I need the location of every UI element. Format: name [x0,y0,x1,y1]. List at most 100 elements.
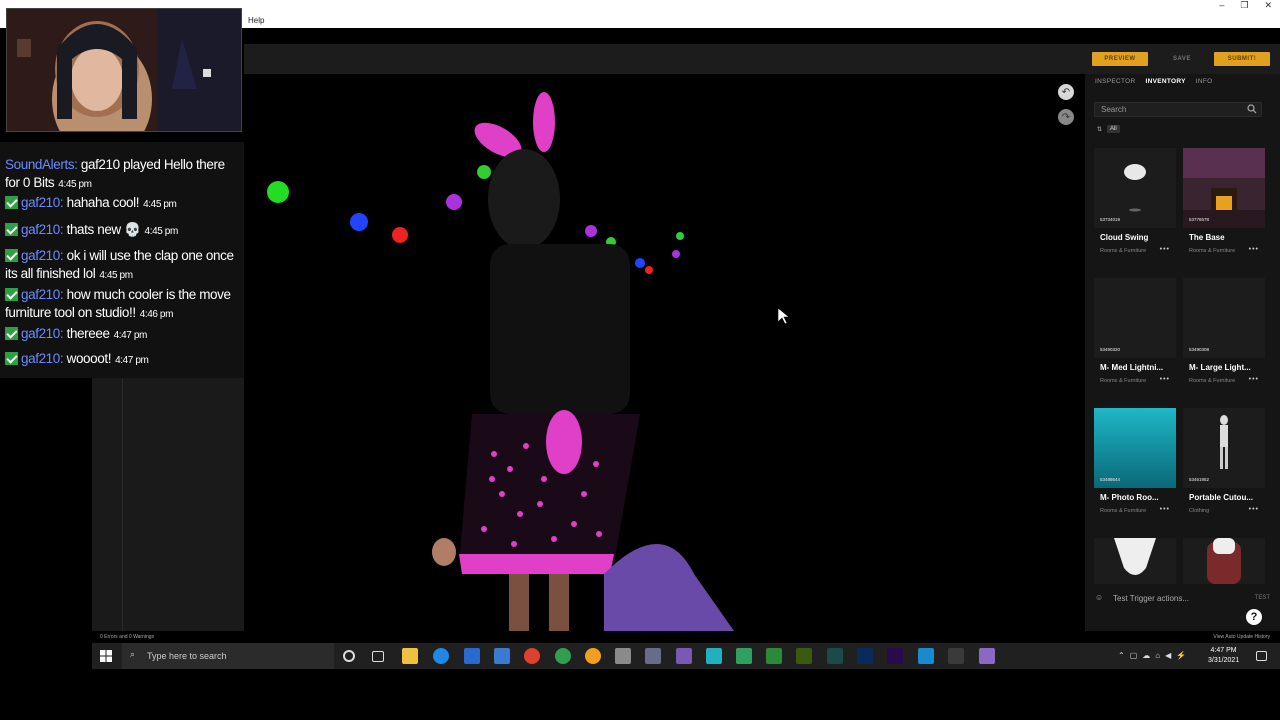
menu-help[interactable]: Help [248,16,264,25]
imvu-icon[interactable] [979,648,995,664]
chat-user: gaf210: [21,287,64,302]
chat-text: woooot! [63,351,112,366]
3d-viewport[interactable]: ↶ ↷ [244,74,1085,631]
save-button[interactable]: SAVE [1156,52,1208,66]
app-icon[interactable] [948,648,964,664]
close-button[interactable]: ✕ [1264,0,1272,11]
chat-user: gaf210: [21,222,64,237]
system-tray[interactable]: ⌃▢☁⌂◀⚡ [1118,651,1191,660]
smiley-icon[interactable]: ☺ [1095,593,1103,602]
search-icon: ⌕ [130,649,136,659]
app-icon[interactable] [736,648,752,664]
item-id: 53776578 [1189,217,1210,222]
verified-icon [5,352,18,365]
more-icon[interactable]: ••• [1160,246,1170,253]
preview-button[interactable]: PREVIEW [1092,52,1148,66]
tab-inspector[interactable]: INSPECTOR [1095,78,1136,85]
chat-text: hahaha cool! [63,195,140,210]
calculator-icon[interactable] [494,648,510,664]
search-icon[interactable] [1247,104,1257,114]
redo-icon[interactable]: ↷ [1058,109,1074,125]
inventory-item[interactable]: 53490308 M- Large Light... Rooms & Furni… [1183,278,1265,398]
windows-start-icon[interactable] [100,650,112,662]
submit-button[interactable]: SUBMIT! [1214,52,1270,66]
cortana-icon[interactable] [343,650,355,662]
chat-message: gaf210: how much cooler is the move furn… [5,286,241,324]
item-title: M- Med Lightni... [1100,363,1164,372]
chat-message: gaf210: thereee 4:47 pm [5,325,241,345]
premiere-icon[interactable] [887,648,903,664]
inventory-item[interactable]: 53488644 M- Photo Roo... Rooms & Furnitu… [1094,408,1176,528]
dreamweaver-icon[interactable] [796,648,812,664]
inventory-item[interactable] [1094,538,1176,584]
undo-icon[interactable]: ↶ [1058,84,1074,100]
filter-all-chip[interactable]: All [1107,125,1120,133]
task-view-icon[interactable] [372,651,384,662]
item-id: 53488644 [1100,477,1121,482]
browser-icon[interactable] [585,648,601,664]
chat-time: 4:47 pm [115,355,149,366]
help-icon[interactable]: ? [1246,609,1262,625]
notifications-icon[interactable] [1256,651,1267,661]
chat-user: gaf210: [21,195,64,210]
chat-message: gaf210: hahaha cool! 4:45 pm [5,194,241,214]
item-thumbnail [1183,408,1265,488]
inventory-item[interactable]: 53734019 Cloud Swing Rooms & Furniture •… [1094,148,1176,268]
item-category: Rooms & Furniture [1189,378,1236,384]
more-icon[interactable]: ••• [1160,506,1170,513]
app-icon[interactable] [706,648,722,664]
taskbar-search[interactable]: ⌕ Type here to search [122,643,334,669]
excel-icon[interactable] [766,648,782,664]
item-category: Rooms & Furniture [1100,378,1147,384]
mail-icon[interactable] [464,648,480,664]
taskbar: ⌕ Type here to search ⌃▢☁⌂◀⚡ 4:47 PM 3/3… [92,643,1280,669]
chrome-alt-icon[interactable] [555,648,571,664]
inventory-item[interactable]: 53461952 Portable Cutou... Clothing ••• [1183,408,1265,528]
item-id: 53461952 [1189,477,1210,482]
app-icon[interactable] [615,648,631,664]
item-category: Clothing [1189,508,1210,514]
chrome-icon[interactable] [524,648,540,664]
chat-overlay: SoundAlerts: gaf210 played Hello there f… [0,142,244,378]
skype-icon[interactable] [918,648,934,664]
light-bulb [635,258,645,268]
maximize-button[interactable]: ❐ [1240,0,1248,11]
taskbar-clock[interactable]: 4:47 PM 3/31/2021 [1208,646,1239,666]
status-history[interactable]: View Auto Update History [1213,634,1270,640]
chat-message: gaf210: thats new 💀 4:45 pm [5,221,241,241]
more-icon[interactable]: ••• [1249,376,1259,383]
light-bulb [676,232,684,240]
more-icon[interactable]: ••• [1160,376,1170,383]
app-icon[interactable] [676,648,692,664]
photoshop-icon[interactable] [857,648,873,664]
chat-message: gaf210: ok i will use the clap one once … [5,247,241,285]
chat-time: 4:46 pm [139,309,174,320]
light-bulb [446,194,462,210]
search-input[interactable]: Search [1094,102,1262,117]
edge-icon[interactable] [433,648,449,664]
item-thumbnail [1183,278,1265,358]
minimize-button[interactable]: – [1219,0,1224,11]
tab-inventory[interactable]: INVENTORY [1146,78,1186,85]
tab-info[interactable]: INFO [1196,78,1213,85]
trigger-bar: ☺ Test Trigger actions... TEST [1085,590,1280,606]
more-icon[interactable]: ••• [1249,506,1259,513]
app-icon[interactable] [645,648,661,664]
item-title: M- Large Light... [1189,363,1251,372]
sort-icon[interactable]: ⇅ [1097,126,1102,133]
trigger-input[interactable]: Test Trigger actions... [1113,594,1189,603]
item-thumbnail [1094,278,1176,358]
app-toolbar: PREVIEW SAVE SUBMIT! [244,44,1280,74]
status-errors: 0 Errors and 0 Warnings [100,634,155,640]
search-placeholder: Search [1101,105,1127,114]
chat-user: gaf210: [21,326,64,341]
clock-date: 3/31/2021 [1208,657,1240,664]
light-bulb [477,165,491,179]
more-icon[interactable]: ••• [1249,246,1259,253]
test-button[interactable]: TEST [1255,595,1270,601]
file-explorer-icon[interactable] [402,648,418,664]
inventory-item[interactable] [1183,538,1265,584]
audition-icon[interactable] [827,648,843,664]
inventory-item[interactable]: 53776578 The Base Rooms & Furniture ••• [1183,148,1265,268]
inventory-item[interactable]: 53490320 M- Med Lightni... Rooms & Furni… [1094,278,1176,398]
